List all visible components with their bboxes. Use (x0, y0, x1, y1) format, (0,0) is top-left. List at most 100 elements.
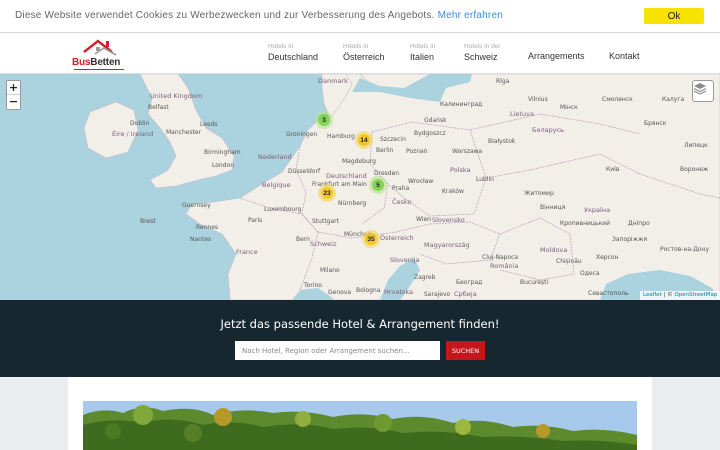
map-label-oesterreich: Österreich (380, 234, 414, 242)
nav-italien-prefix: Hotels in (410, 43, 436, 50)
map-label-sarajevo: Sarajevo (424, 291, 451, 298)
logo-betten: Betten (90, 57, 121, 68)
map-label-praha: Praha (392, 185, 410, 192)
map-label-bucuresti: București (520, 279, 549, 286)
map-label-lietuva: Lietuva (510, 110, 534, 118)
map-label-smolensk: Смоленск (602, 96, 633, 103)
map-label-rostov: Ростов-на-Дону (660, 246, 710, 253)
nav-kontakt[interactable]: Kontakt (609, 51, 640, 61)
cookie-more-link[interactable]: Mehr erfahren (438, 10, 503, 21)
map-label-kropyvnytskyi: Кропивницький (560, 220, 610, 227)
map-label-voronezh: Воронеж (680, 166, 709, 173)
map-cluster-marker[interactable]: 23 (318, 184, 336, 202)
zoom-out-button[interactable]: − (7, 95, 20, 109)
map-label-paris: Paris (248, 217, 263, 224)
map-label-birmingham: Birmingham (204, 149, 241, 156)
map-zoom-control: + − (6, 80, 21, 110)
site-header: BusBetten Hotels in Deutschland Hotels i… (0, 33, 720, 74)
map-label-bern: Bern (296, 236, 310, 243)
map-label-beograd: Београд (456, 279, 483, 286)
map-label-hrvatska: Hrvatska (384, 288, 413, 296)
map-label-bryansk: Брянск (644, 120, 667, 127)
map-label-stuttgart: Stuttgart (312, 218, 339, 225)
nav-oesterreich[interactable]: Hotels in Österreich (343, 42, 385, 63)
map-label-dublin: Dublin (130, 120, 150, 127)
map-label-magyarorszag: Magyarország (424, 241, 470, 249)
cluster-count: 5 (372, 179, 384, 191)
map-label-hamburg: Hamburg (327, 133, 355, 140)
map-label-slovenija: Slovenija (390, 256, 420, 264)
nav-oesterreich-prefix: Hotels in (343, 43, 369, 50)
zoom-in-button[interactable]: + (7, 81, 20, 95)
map-label-odesa: Одеса (580, 270, 600, 277)
map-label-lublin: Lublin (476, 176, 494, 183)
map-cluster-marker[interactable]: 14 (355, 131, 373, 149)
map-label-dnipro: Дніпро (628, 220, 650, 227)
map-cluster-marker[interactable]: 3 (315, 111, 333, 129)
cluster-count: 35 (365, 233, 377, 245)
map-label-danmark: Danmark (318, 77, 348, 85)
map-label-riga: Rīga (496, 78, 510, 85)
map-label-polska: Polska (450, 166, 471, 174)
map-label-kyiv: Київ (606, 166, 620, 173)
map-label-leeds: Leeds (200, 121, 218, 128)
map-layers-button[interactable] (692, 80, 714, 102)
map-label-kaliningrad: Калининград (440, 101, 483, 108)
search-section: Jetzt das passende Hotel & Arrangement f… (0, 300, 720, 377)
map-label-ireland: Éire / Ireland (112, 130, 154, 138)
map-label-schweiz: Schweiz (310, 240, 337, 248)
map-label-nurnberg: Nürnberg (338, 200, 367, 207)
cluster-count: 14 (358, 134, 370, 146)
map-label-milano: Milano (320, 267, 340, 274)
logo[interactable]: BusBetten (72, 38, 126, 70)
map-label-gdansk: Gdańsk (424, 117, 447, 124)
map-label-sevastopol: Севастополь (588, 290, 629, 297)
map-label-belfast: Belfast (148, 104, 169, 111)
map-label-magdeburg: Magdeburg (342, 158, 376, 165)
nav-oesterreich-label: Österreich (343, 52, 385, 62)
map-label-kaluga: Калуга (662, 96, 685, 103)
attribution-separator: | © (661, 292, 675, 298)
map-label-chisinau: Chișinău (556, 258, 582, 265)
map-label-manchester: Manchester (166, 129, 202, 136)
cluster-count: 3 (318, 114, 330, 126)
map-cluster-marker[interactable]: 35 (362, 230, 380, 248)
nav-italien[interactable]: Hotels in Italien (410, 42, 435, 63)
map-label-bologna: Bologna (356, 287, 381, 294)
map-label-uk: United Kingdom (150, 92, 203, 100)
map-label-torino: Torino (304, 282, 322, 289)
search-button[interactable]: SUCHEN (446, 341, 485, 360)
cookie-ok-button[interactable]: Ok (644, 8, 704, 24)
map-label-bialystok: Białystok (488, 138, 516, 145)
cookie-message: Diese Website verwendet Cookies zu Werbe… (15, 10, 503, 21)
leaflet-link[interactable]: Leaflet (643, 292, 662, 298)
map-label-zagreb: Zagreb (414, 274, 436, 281)
map-label-wien: Wien (416, 216, 431, 223)
nav-schweiz[interactable]: Hotels in der Schweiz (464, 42, 501, 63)
osm-link[interactable]: OpenStreetMap (674, 292, 717, 298)
search-input[interactable] (235, 341, 440, 360)
map-label-cesko: Česko (392, 198, 412, 206)
nav-arrangements[interactable]: Arrangements (528, 51, 585, 61)
cookie-banner: Diese Website verwendet Cookies zu Werbe… (0, 0, 720, 33)
map-label-bydgoszcz: Bydgoszcz (414, 130, 446, 137)
logo-text: BusBetten (72, 57, 120, 68)
nav-deutschland[interactable]: Hotels in Deutschland (268, 42, 318, 63)
map-label-warszawa: Warszawa (452, 148, 483, 155)
forest-image (83, 401, 637, 450)
map-label-szczecin: Szczecin (380, 136, 406, 143)
map-label-wroclaw: Wrocław (408, 178, 434, 185)
map-cluster-marker[interactable]: 5 (369, 176, 387, 194)
map-label-deutschland: Deutschland (326, 172, 367, 180)
map-label-vilnius: Vilnius (528, 96, 548, 103)
map-label-guernsey: Guernsey (182, 202, 211, 209)
map-label-groningen: Groningen (286, 131, 318, 138)
map-label-minsk: Мінск (560, 104, 578, 111)
hotel-map[interactable]: Danmark United Kingdom Éire / Ireland Ne… (0, 74, 720, 300)
map-label-kherson: Херсон (596, 254, 619, 261)
map-label-poznan: Poznań (406, 148, 428, 155)
search-title: Jetzt das passende Hotel & Arrangement f… (220, 317, 500, 331)
nav-schweiz-prefix: Hotels in der (464, 43, 501, 50)
map-label-nederland: Nederland (258, 153, 292, 161)
map-label-cluj: Cluj-Napoca (482, 254, 519, 261)
